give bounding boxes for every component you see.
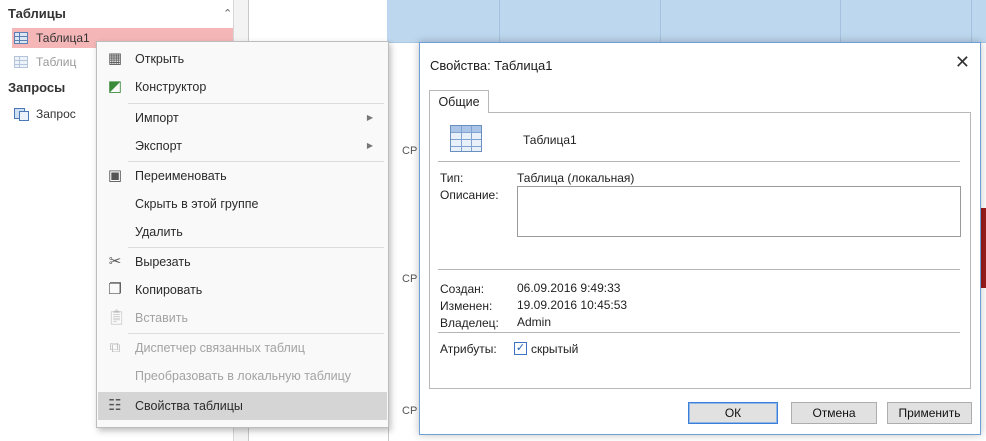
menu-item-design-view[interactable]: ◩ Конструктор bbox=[98, 73, 387, 101]
copy-icon: ❐ bbox=[108, 281, 122, 298]
query-icon bbox=[14, 108, 29, 121]
menu-item-delete[interactable]: Удалить bbox=[98, 218, 387, 246]
menu-item-table-properties[interactable]: ☷ Свойства таблицы bbox=[98, 392, 387, 420]
table-icon bbox=[14, 56, 28, 68]
cancel-button[interactable]: Отмена bbox=[791, 402, 877, 424]
menu-item-cut[interactable]: ✂ Вырезать bbox=[98, 248, 387, 276]
menu-item-copy[interactable]: ❐ Копировать bbox=[98, 276, 387, 304]
modified-label: Изменен: bbox=[440, 299, 493, 313]
nav-item-label: Таблица1 bbox=[36, 31, 90, 45]
table-properties-icon: ☷ bbox=[108, 397, 122, 414]
ok-button[interactable]: ОК bbox=[688, 402, 778, 424]
menu-item-label: Диспетчер связанных таблиц bbox=[135, 341, 305, 355]
description-label: Описание: bbox=[440, 188, 499, 202]
attributes-label: Атрибуты: bbox=[440, 342, 497, 356]
tab-general[interactable]: Общие bbox=[429, 90, 489, 113]
close-icon[interactable]: ✕ bbox=[955, 52, 970, 73]
column-divider bbox=[499, 0, 500, 42]
created-label: Создан: bbox=[440, 282, 485, 296]
menu-item-label: Импорт bbox=[135, 111, 179, 125]
menu-item-label: Переименовать bbox=[135, 169, 227, 183]
rename-icon: ▣ bbox=[107, 167, 123, 184]
apply-button[interactable]: Применить bbox=[887, 402, 972, 424]
column-divider bbox=[660, 0, 661, 42]
open-icon: ▦ bbox=[107, 50, 123, 67]
description-field[interactable] bbox=[517, 186, 961, 237]
paste-icon: 📋︎ bbox=[107, 309, 127, 326]
context-menu: ▦ Открыть ◩ Конструктор Импорт ▶ Экспорт… bbox=[96, 41, 389, 428]
menu-item-import[interactable]: Импорт ▶ bbox=[98, 104, 387, 132]
menu-item-label: Вставить bbox=[135, 311, 188, 325]
properties-dialog: Свойства: Таблица1 ✕ Общие Таблица1 Тип:… bbox=[419, 42, 981, 435]
queries-group-header[interactable]: Запросы bbox=[8, 80, 65, 95]
menu-item-label: Удалить bbox=[135, 225, 183, 239]
menu-item-linked-table-manager[interactable]: ⧉ Диспетчер связанных таблиц bbox=[98, 334, 387, 362]
background-text-fragment: СР bbox=[402, 405, 418, 417]
menu-item-hide-in-group[interactable]: Скрыть в этой группе bbox=[98, 190, 387, 218]
modified-value: 19.09.2016 10:45:53 bbox=[517, 298, 628, 312]
submenu-arrow-icon: ▶ bbox=[366, 113, 373, 122]
menu-item-label: Вырезать bbox=[135, 255, 191, 269]
general-tab-panel: Таблица1 Тип: Таблица (локальная) Описан… bbox=[429, 112, 971, 389]
column-divider bbox=[971, 0, 972, 42]
menu-item-label: Свойства таблицы bbox=[135, 399, 243, 413]
menu-item-rename[interactable]: ▣ Переименовать bbox=[98, 162, 387, 190]
menu-item-label: Конструктор bbox=[135, 80, 207, 94]
created-value: 06.09.2016 9:49:33 bbox=[517, 281, 621, 295]
type-value: Таблица (локальная) bbox=[517, 171, 635, 185]
collapse-group-icon[interactable]: ⌃ bbox=[223, 7, 232, 20]
menu-item-export[interactable]: Экспорт ▶ bbox=[98, 132, 387, 160]
table-icon bbox=[450, 125, 482, 152]
menu-item-label: Скрыть в этой группе bbox=[135, 197, 259, 211]
nav-item-table2[interactable]: Таблиц bbox=[8, 52, 76, 72]
background-text-fragment: СР bbox=[402, 273, 418, 285]
table-icon bbox=[14, 32, 28, 44]
hidden-checkbox[interactable]: ✓ bbox=[514, 342, 527, 355]
type-label: Тип: bbox=[440, 171, 464, 185]
menu-item-label: Копировать bbox=[135, 283, 203, 297]
menu-item-open[interactable]: ▦ Открыть bbox=[98, 45, 387, 73]
divider bbox=[438, 269, 960, 270]
hidden-checkbox-label[interactable]: скрытый bbox=[531, 342, 578, 356]
datasheet-header bbox=[387, 0, 986, 43]
menu-item-paste[interactable]: 📋︎ Вставить bbox=[98, 304, 387, 332]
menu-item-label: Экспорт bbox=[135, 139, 182, 153]
design-view-icon: ◩ bbox=[107, 78, 123, 95]
column-divider bbox=[840, 0, 841, 42]
divider bbox=[438, 161, 960, 162]
background-text-fragment: СР bbox=[402, 145, 418, 157]
nav-item-label: Таблиц bbox=[36, 55, 77, 69]
scissors-icon: ✂ bbox=[108, 253, 122, 270]
dialog-title: Свойства: Таблица1 bbox=[430, 58, 553, 73]
menu-item-label: Преобразовать в локальную таблицу bbox=[135, 369, 352, 383]
submenu-arrow-icon: ▶ bbox=[366, 141, 373, 150]
menu-item-convert-to-local[interactable]: Преобразовать в локальную таблицу bbox=[98, 362, 387, 390]
menu-item-label: Открыть bbox=[135, 52, 185, 66]
nav-item-label: Запрос bbox=[36, 107, 76, 121]
owner-label: Владелец: bbox=[440, 316, 499, 330]
owner-value: Admin bbox=[517, 315, 552, 329]
nav-item-query1[interactable]: Запрос bbox=[8, 104, 76, 124]
object-name: Таблица1 bbox=[523, 133, 577, 147]
tables-group-header[interactable]: Таблицы bbox=[8, 6, 66, 21]
divider bbox=[438, 332, 960, 333]
linked-table-manager-icon: ⧉ bbox=[109, 339, 121, 356]
